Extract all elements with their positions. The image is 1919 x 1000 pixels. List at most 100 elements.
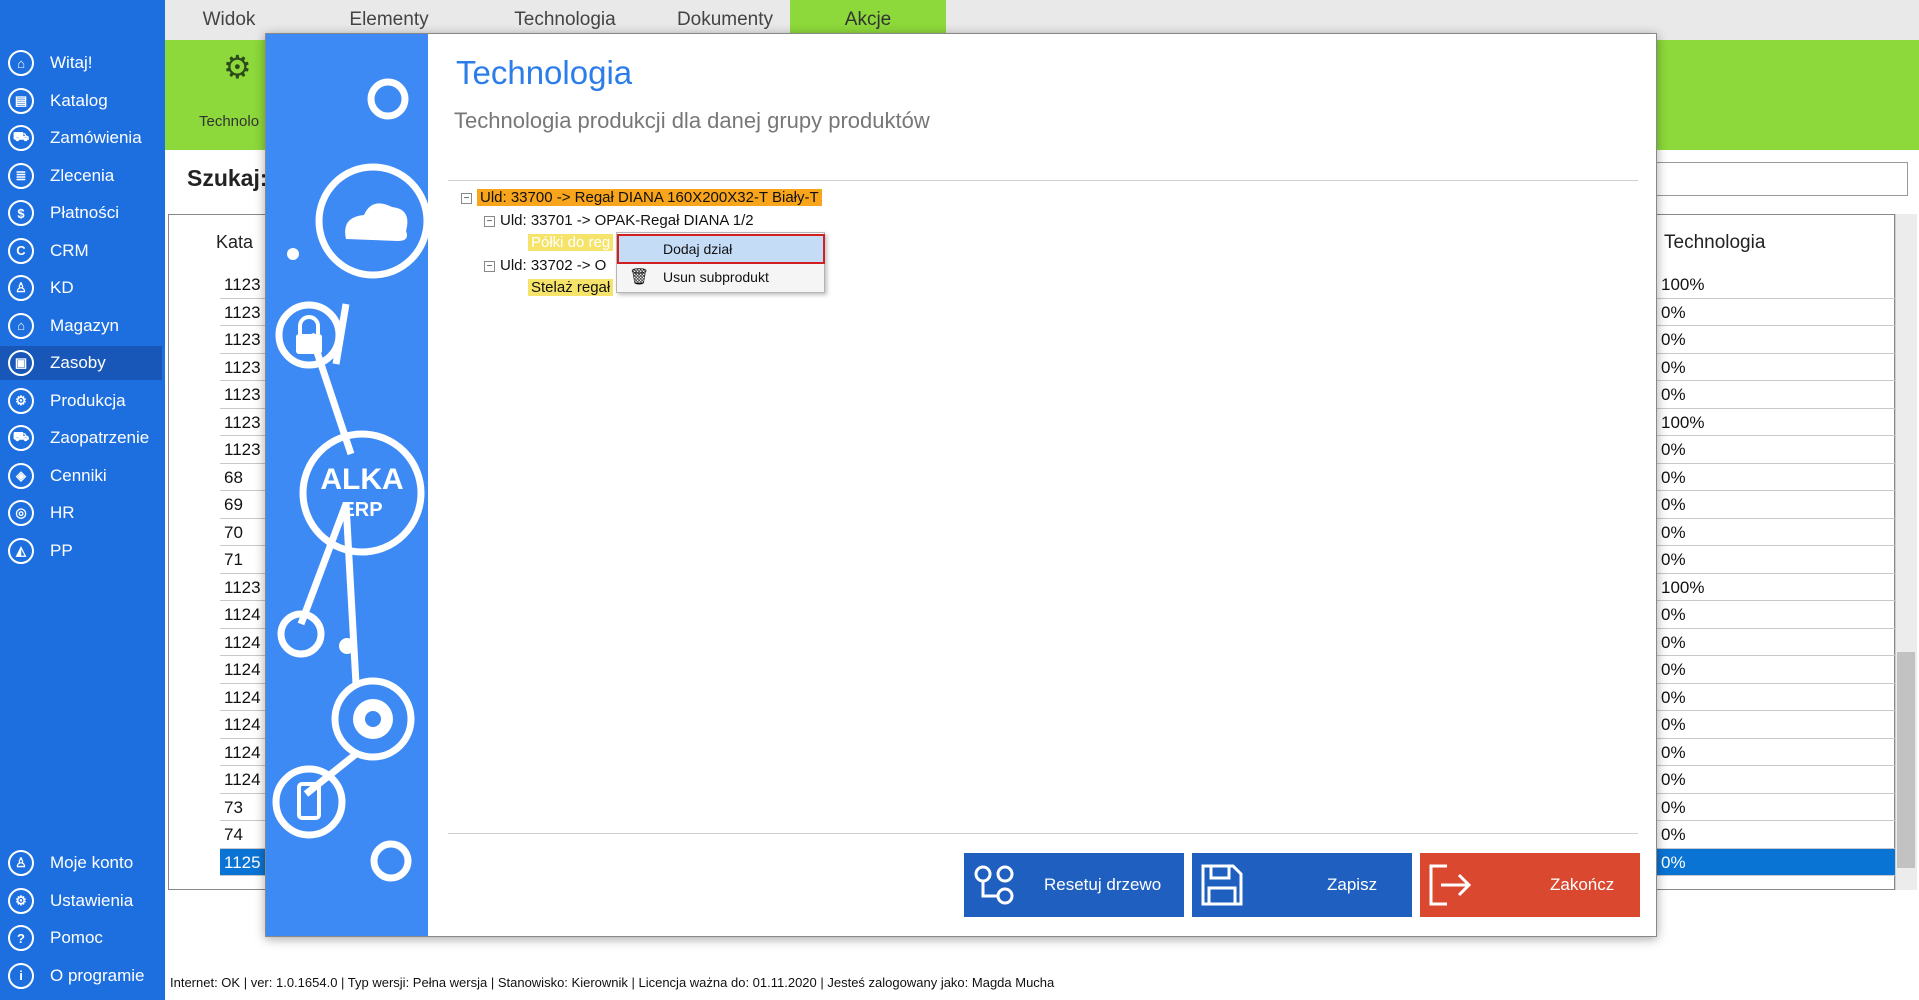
tree-collapse-root[interactable]: −	[461, 193, 472, 204]
tree-collapse-child1[interactable]: −	[484, 216, 495, 227]
table-row-kat[interactable]: 1123	[220, 574, 265, 601]
table-row-kat[interactable]: 1123	[220, 436, 265, 464]
sidebar-item-ustawienia[interactable]: ⚙ Ustawienia	[0, 884, 162, 918]
sidebar-item-label: Zaopatrzenie	[50, 428, 150, 447]
finish-button[interactable]: Zakończ	[1420, 853, 1640, 917]
sidebar-item-label: HR	[50, 503, 75, 522]
box-icon: ▣	[8, 350, 34, 376]
ribbon-technology-label[interactable]: Technolo	[199, 113, 259, 130]
cart-icon: ⛟	[8, 125, 34, 151]
sidebar-item-magazyn[interactable]: ⌂ Magazyn	[0, 309, 162, 343]
settings-icon: ⚙	[8, 887, 34, 914]
sidebar-item-pp[interactable]: ◭ PP	[0, 534, 162, 568]
table-row-kat[interactable]: 69	[220, 491, 265, 519]
table-row-kat[interactable]: 1123	[220, 326, 265, 354]
tree-context-menu: Dodaj dział 🗑 Usun subprodukt	[616, 232, 825, 293]
table-row-kat[interactable]: 1123	[220, 409, 265, 436]
table-row-tech[interactable]: 0%	[1657, 299, 1895, 326]
table-row-tech[interactable]: 0%	[1657, 436, 1895, 464]
table-row-kat[interactable]: 1124	[220, 739, 265, 766]
reset-tree-button[interactable]: Resetuj drzewo	[964, 853, 1184, 917]
tree-leaf-stelaz[interactable]: Stelaż regał	[528, 278, 614, 298]
tree-leaf-polki[interactable]: Półki do reg	[528, 233, 614, 253]
table-row-tech[interactable]: 0%	[1657, 381, 1895, 409]
sidebar-item-hr[interactable]: ◎ HR	[0, 496, 162, 530]
table-row-tech[interactable]: 100%	[1657, 409, 1895, 436]
table-row-kat[interactable]: 1124	[220, 629, 265, 656]
warehouse-icon: ⌂	[8, 312, 34, 339]
table-row-tech[interactable]: 0%	[1657, 711, 1895, 739]
table-row-kat[interactable]: 1123	[220, 381, 265, 409]
main-sidebar: ⌂ Witaj! ▤ Katalog ⛟ Zamówienia ≣ Zlecenia $ Płat…	[0, 0, 165, 1000]
info-icon: i	[8, 962, 34, 989]
help-icon: ?	[8, 925, 34, 951]
table-row-tech[interactable]: 0%	[1657, 821, 1895, 849]
table-row-kat[interactable]: 1123	[220, 354, 265, 381]
column-header-kat[interactable]: Kata	[216, 232, 253, 253]
table-row-tech[interactable]: 0%	[1657, 464, 1895, 491]
sidebar-item-zlecenia[interactable]: ≣ Zlecenia	[0, 159, 162, 193]
grid-scrollbar-thumb[interactable]	[1897, 652, 1915, 868]
table-row-kat[interactable]: 1124	[220, 711, 265, 739]
search-input[interactable]	[1652, 162, 1908, 196]
tree-node-child1[interactable]: Uld: 33701 -> OPAK-Regał DIANA 1/2	[500, 211, 754, 231]
sidebar-item-pomoc[interactable]: ? Pomoc	[0, 921, 162, 955]
table-row-tech[interactable]: 0%	[1657, 794, 1895, 821]
divider-top	[448, 180, 1638, 181]
menu-item-add-department[interactable]: Dodaj dział	[617, 234, 825, 264]
column-header-technologia[interactable]: Technologia	[1664, 232, 1765, 254]
table-row-kat[interactable]: 1125	[220, 848, 265, 876]
table-row-kat[interactable]: 71	[220, 546, 265, 574]
table-row-tech[interactable]: 0%	[1657, 519, 1895, 546]
table-row-tech[interactable]: 0%	[1657, 326, 1895, 354]
sidebar-item-label: Cenniki	[50, 465, 107, 485]
tree-node-child2[interactable]: Uld: 33702 -> O	[500, 256, 606, 276]
sidebar-item-katalog[interactable]: ▤ Katalog	[0, 84, 162, 118]
tree-collapse-child2[interactable]: −	[484, 261, 495, 272]
sidebar-item-crm[interactable]: C CRM	[0, 234, 162, 268]
table-row-tech[interactable]: 0%	[1657, 766, 1895, 794]
save-button[interactable]: Zapisz	[1192, 853, 1412, 917]
table-row-tech[interactable]: 0%	[1657, 848, 1895, 876]
table-row-kat[interactable]: 1123	[220, 299, 265, 326]
sidebar-item-witaj-[interactable]: ⌂ Witaj!	[0, 46, 162, 80]
account-icon: ♙	[8, 850, 34, 876]
table-row-tech[interactable]: 0%	[1657, 656, 1895, 684]
sidebar-item-cenniki[interactable]: ◈ Cenniki	[0, 459, 162, 493]
sidebar-item-zasoby[interactable]: ▣ Zasoby	[0, 346, 162, 380]
sidebar-item-moje-konto[interactable]: ♙ Moje konto	[0, 846, 162, 880]
menu-item-remove-subproduct[interactable]: 🗑 Usun subprodukt	[619, 264, 823, 290]
sidebar-item-zamówienia[interactable]: ⛟ Zamówienia	[0, 121, 162, 155]
sidebar-item-produkcja[interactable]: ⚙ Produkcja	[0, 384, 162, 418]
technology-gears-icon[interactable]: ⚙	[223, 48, 252, 86]
table-row-tech[interactable]: 0%	[1657, 601, 1895, 629]
remove-subproduct-label: Usun subprodukt	[663, 269, 769, 285]
table-row-tech[interactable]: 0%	[1657, 739, 1895, 766]
table-row-kat[interactable]: 73	[220, 794, 265, 821]
sidebar-item-o-programie[interactable]: i O programie	[0, 959, 162, 993]
table-row-kat[interactable]: 70	[220, 519, 265, 546]
status-bar: Internet: OK | ver: 1.0.1654.0 | Typ wer…	[170, 975, 1055, 990]
table-row-tech[interactable]: 100%	[1657, 574, 1895, 601]
table-row-tech[interactable]: 0%	[1657, 546, 1895, 574]
sidebar-item-płatności[interactable]: $ Płatności	[0, 196, 162, 230]
table-row-kat[interactable]: 1124	[220, 601, 265, 629]
table-row-kat[interactable]: 1124	[220, 656, 265, 684]
tree-node-root[interactable]: Uld: 33700 -> Regał DIANA 160X200X32-T B…	[477, 188, 822, 208]
table-row-kat[interactable]: 1123	[220, 271, 265, 299]
table-row-kat[interactable]: 74	[220, 821, 265, 849]
sidebar-item-zaopatrzenie[interactable]: ⛟ Zaopatrzenie	[0, 421, 162, 455]
sidebar-item-label: Pomoc	[50, 928, 103, 947]
sidebar-item-label: Magazyn	[50, 315, 119, 335]
table-row-tech[interactable]: 100%	[1657, 271, 1895, 299]
table-row-kat[interactable]: 1124	[220, 766, 265, 794]
table-row-kat[interactable]: 68	[220, 464, 265, 491]
table-row-tech[interactable]: 0%	[1657, 491, 1895, 519]
table-row-tech[interactable]: 0%	[1657, 354, 1895, 381]
table-row-kat[interactable]: 1124	[220, 684, 265, 711]
table-row-tech[interactable]: 0%	[1657, 629, 1895, 656]
sidebar-item-label: Ustawienia	[50, 890, 134, 910]
sidebar-item-kd[interactable]: ♙ KD	[0, 271, 162, 305]
table-row-tech[interactable]: 0%	[1657, 684, 1895, 711]
dialog-title: Technologia	[456, 54, 633, 91]
